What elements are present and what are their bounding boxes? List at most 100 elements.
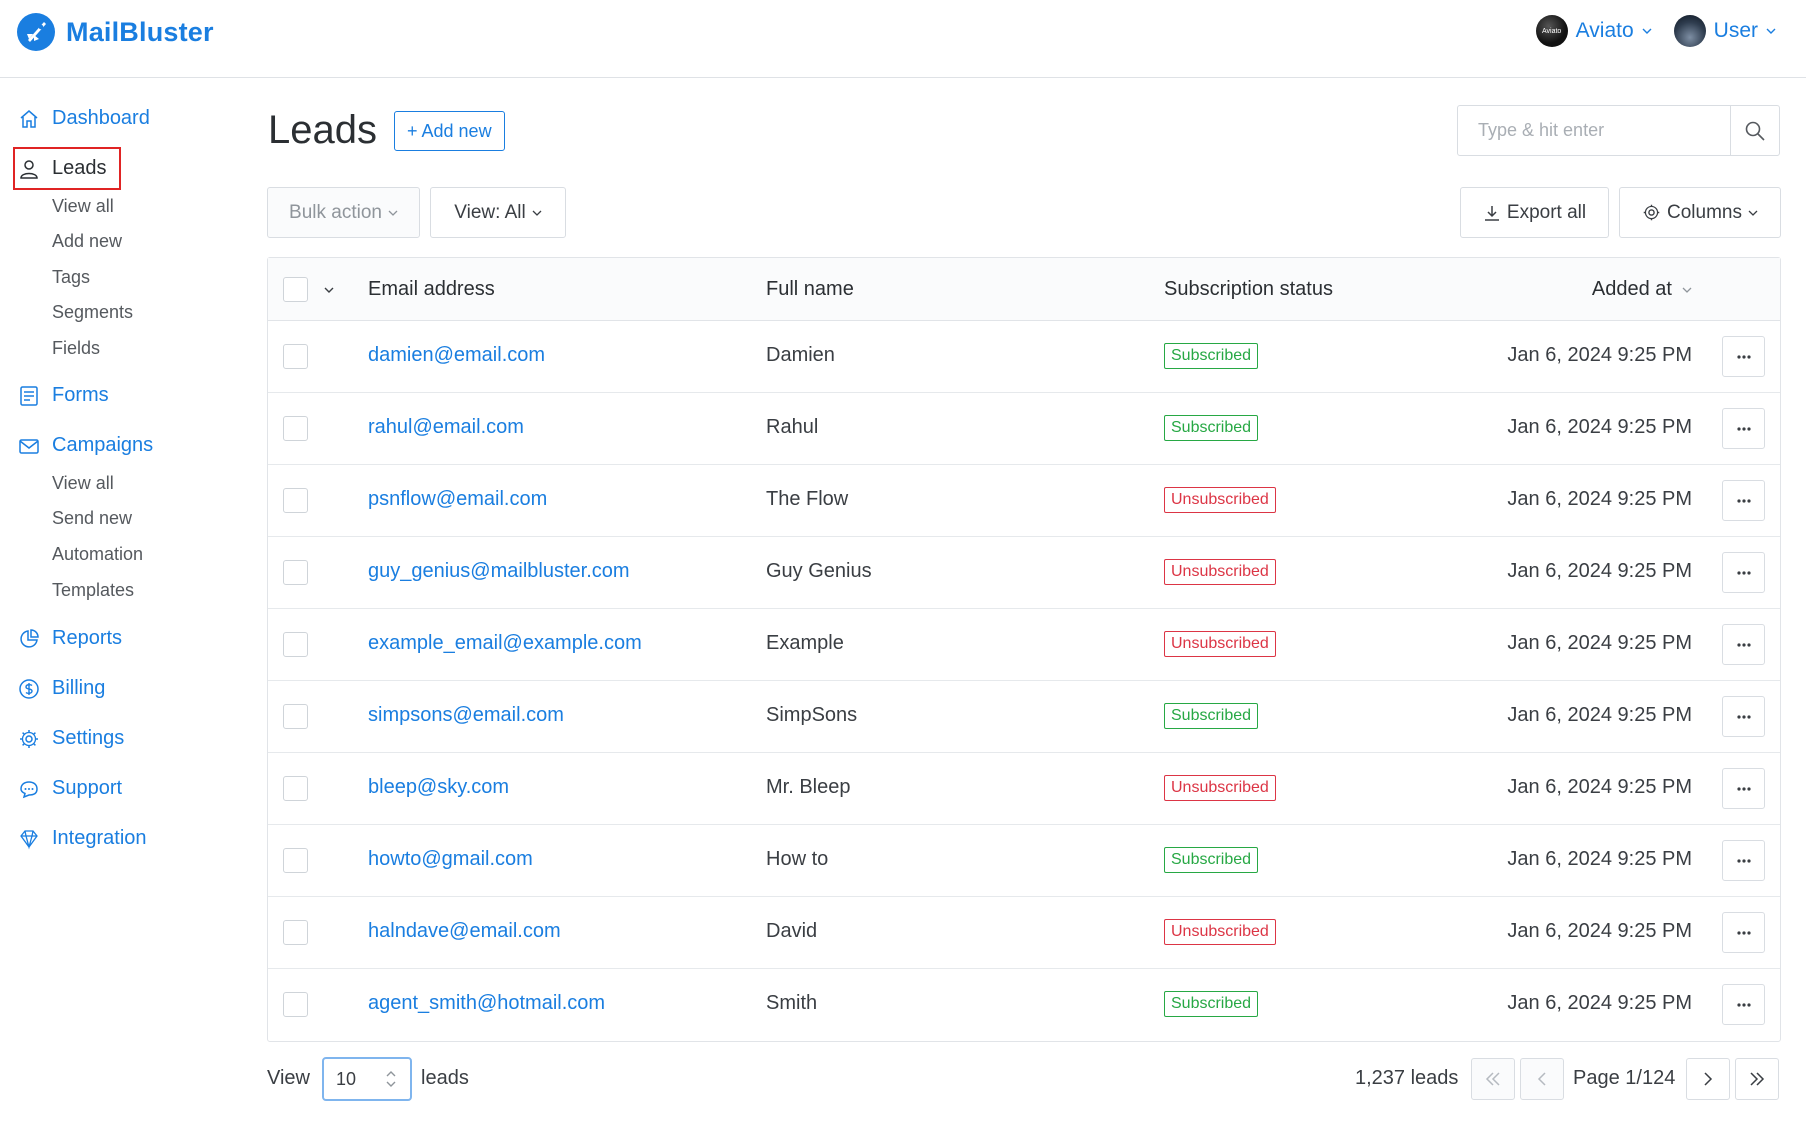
envelope-icon bbox=[19, 438, 39, 454]
row-checkbox[interactable] bbox=[283, 560, 308, 585]
add-new-button[interactable]: + Add new bbox=[394, 111, 505, 151]
user-avatar bbox=[1673, 15, 1706, 47]
row-actions-button[interactable] bbox=[1722, 624, 1765, 665]
row-actions-button[interactable] bbox=[1722, 840, 1765, 881]
sidebar-subitem-automation[interactable]: Automation bbox=[52, 544, 143, 565]
org-menu-label: Aviato bbox=[1575, 19, 1634, 42]
row-checkbox[interactable] bbox=[283, 344, 308, 369]
lead-full-name: SimpSons bbox=[766, 704, 858, 726]
table-body: damien@email.com Damien Subscribed Jan 6… bbox=[268, 321, 1780, 1041]
search-button[interactable] bbox=[1730, 106, 1779, 155]
export-all-button[interactable]: Export all bbox=[1460, 187, 1609, 238]
sidebar-subitem-fields[interactable]: Fields bbox=[52, 338, 100, 359]
lead-email-link[interactable]: howto@gmail.com bbox=[368, 848, 533, 871]
column-header-subscription-status[interactable]: Subscription status bbox=[1164, 278, 1333, 301]
lead-email-link[interactable]: bleep@sky.com bbox=[368, 776, 509, 799]
bulk-action-button[interactable]: Bulk action bbox=[267, 187, 420, 238]
user-menu-label: User bbox=[1713, 19, 1758, 42]
row-checkbox[interactable] bbox=[283, 920, 308, 945]
sidebar-item-forms[interactable]: Forms bbox=[18, 384, 109, 407]
lead-email-link[interactable]: guy_genius@mailbluster.com bbox=[368, 560, 630, 583]
sidebar-item-dashboard[interactable]: Dashboard bbox=[18, 107, 150, 130]
sidebar: Dashboard Leads View all Add new Tags Se… bbox=[0, 79, 240, 1125]
sidebar-subitem-segments[interactable]: Segments bbox=[52, 302, 133, 323]
sidebar-item-label: Forms bbox=[52, 384, 109, 406]
row-actions-button[interactable] bbox=[1722, 408, 1765, 449]
lead-email-link[interactable]: damien@email.com bbox=[368, 344, 545, 367]
brand[interactable]: MailBluster bbox=[16, 12, 214, 52]
row-checkbox[interactable] bbox=[283, 416, 308, 441]
view-filter-dropdown[interactable]: View: All bbox=[430, 187, 566, 238]
double-chevron-left-icon bbox=[1485, 1072, 1500, 1086]
row-checkbox[interactable] bbox=[283, 704, 308, 729]
sidebar-subitem-add-new[interactable]: Add new bbox=[52, 231, 122, 252]
next-page-button[interactable] bbox=[1686, 1058, 1730, 1100]
row-actions-button[interactable] bbox=[1722, 552, 1765, 593]
rocket-logo-icon bbox=[17, 13, 55, 51]
search-box bbox=[1457, 105, 1780, 156]
sidebar-item-campaigns[interactable]: Campaigns bbox=[18, 434, 153, 457]
sidebar-item-label: Dashboard bbox=[52, 107, 150, 129]
more-horizontal-icon bbox=[1736, 354, 1751, 359]
row-actions-button[interactable] bbox=[1722, 912, 1765, 953]
lead-full-name: The Flow bbox=[766, 488, 849, 510]
lead-email-link[interactable]: halndave@email.com bbox=[368, 920, 561, 943]
row-checkbox[interactable] bbox=[283, 776, 308, 801]
sidebar-item-integration[interactable]: Integration bbox=[18, 827, 147, 850]
columns-button[interactable]: Columns bbox=[1619, 187, 1781, 238]
column-header-email[interactable]: Email address bbox=[368, 278, 495, 301]
row-actions-button[interactable] bbox=[1722, 480, 1765, 521]
first-page-button[interactable] bbox=[1471, 1058, 1515, 1100]
lead-added-at: Jan 6, 2024 9:25 PM bbox=[1507, 776, 1692, 798]
sidebar-subitem-campaigns-view-all[interactable]: View all bbox=[52, 473, 114, 494]
row-actions-button[interactable] bbox=[1722, 336, 1765, 377]
lead-email-link[interactable]: psnflow@email.com bbox=[368, 488, 547, 511]
lead-added-at: Jan 6, 2024 9:25 PM bbox=[1507, 992, 1692, 1014]
row-actions-button[interactable] bbox=[1722, 768, 1765, 809]
lead-email-link[interactable]: simpsons@email.com bbox=[368, 704, 564, 727]
sidebar-item-reports[interactable]: Reports bbox=[18, 627, 122, 650]
leads-table: Email address Full name Subscription sta… bbox=[267, 257, 1781, 1042]
row-actions-button[interactable] bbox=[1722, 696, 1765, 737]
sidebar-item-billing[interactable]: Billing bbox=[18, 677, 105, 700]
status-badge: Subscribed bbox=[1164, 991, 1259, 1017]
row-checkbox[interactable] bbox=[283, 488, 308, 513]
lead-email-link[interactable]: rahul@email.com bbox=[368, 416, 524, 439]
sidebar-subitem-templates[interactable]: Templates bbox=[52, 580, 134, 601]
export-all-label: Export all bbox=[1506, 201, 1587, 223]
sidebar-subitem-view-all[interactable]: View all bbox=[52, 196, 114, 217]
lead-full-name: Smith bbox=[766, 992, 818, 1014]
row-checkbox[interactable] bbox=[283, 848, 308, 873]
brand-name: MailBluster bbox=[66, 16, 214, 47]
org-menu[interactable]: Aviato Aviato bbox=[1535, 15, 1652, 47]
per-page-stepper[interactable]: 10 bbox=[322, 1057, 412, 1101]
chevron-down-icon[interactable] bbox=[324, 285, 334, 295]
row-checkbox[interactable] bbox=[283, 632, 308, 657]
column-header-full-name[interactable]: Full name bbox=[766, 278, 854, 301]
row-checkbox[interactable] bbox=[283, 992, 308, 1017]
sidebar-item-leads[interactable]: Leads bbox=[18, 157, 107, 180]
sidebar-item-label: Support bbox=[52, 777, 123, 799]
sidebar-subitem-tags[interactable]: Tags bbox=[52, 267, 90, 288]
sidebar-item-support[interactable]: Support bbox=[18, 777, 122, 800]
status-badge: Subscribed bbox=[1164, 415, 1259, 441]
search-input[interactable] bbox=[1458, 106, 1730, 155]
previous-page-button[interactable] bbox=[1520, 1058, 1564, 1100]
user-menu[interactable]: User bbox=[1673, 15, 1776, 47]
sidebar-subitem-send-new[interactable]: Send new bbox=[52, 508, 132, 529]
sidebar-item-settings[interactable]: Settings bbox=[18, 727, 124, 750]
status-badge: Subscribed bbox=[1164, 343, 1259, 369]
column-header-added-at[interactable]: Added at bbox=[1592, 278, 1692, 301]
gear-icon bbox=[20, 729, 38, 748]
lead-full-name: Guy Genius bbox=[766, 560, 872, 582]
chevron-down-icon bbox=[532, 210, 542, 216]
table-row: bleep@sky.com Mr. Bleep Unsubscribed Jan… bbox=[268, 753, 1780, 825]
view-filter-label: View: All bbox=[454, 201, 526, 223]
leads-label: leads bbox=[421, 1067, 469, 1089]
lead-email-link[interactable]: example_email@example.com bbox=[368, 632, 642, 655]
lead-email-link[interactable]: agent_smith@hotmail.com bbox=[368, 992, 605, 1015]
row-actions-button[interactable] bbox=[1722, 984, 1765, 1025]
diamond-icon bbox=[20, 829, 38, 849]
select-all-checkbox[interactable] bbox=[283, 277, 308, 302]
last-page-button[interactable] bbox=[1735, 1058, 1779, 1100]
